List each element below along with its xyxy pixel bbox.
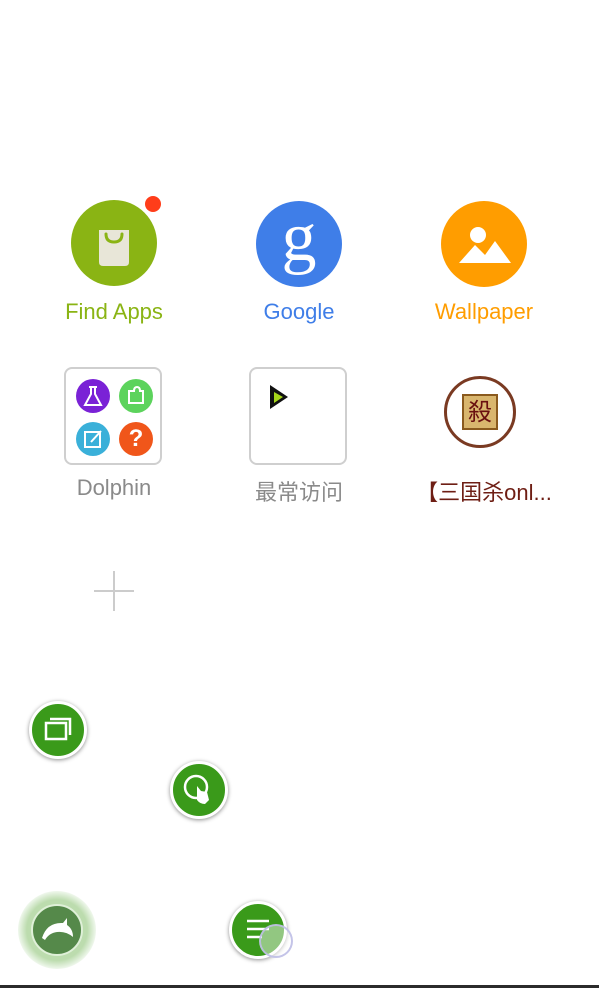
image-icon	[441, 201, 527, 287]
folder-dolphin[interactable]: ? Dolphin	[34, 366, 194, 506]
touch-indicator	[259, 924, 293, 958]
google-icon: g	[256, 201, 342, 287]
flask-icon	[76, 379, 110, 413]
app-label: 【三国杀onl...	[416, 480, 552, 505]
folder-most-visited[interactable]: 最常访问	[219, 366, 379, 506]
shopping-bag-icon	[71, 200, 157, 286]
most-visited-icon	[249, 367, 347, 465]
play-icon	[270, 385, 288, 409]
app-wallpaper[interactable]: Wallpaper	[404, 195, 564, 335]
menu-button[interactable]	[229, 901, 293, 959]
notification-badge	[145, 196, 161, 212]
tabs-icon	[44, 717, 72, 741]
gesture-button[interactable]	[170, 761, 228, 819]
plus-icon	[94, 571, 134, 611]
dolphin-icon	[42, 918, 73, 940]
google-g-glyph: g	[281, 199, 317, 276]
dolphin-button-core	[31, 904, 83, 956]
emblem-glyph: 殺	[468, 398, 492, 426]
add-shortcut-button[interactable]	[92, 569, 136, 613]
app-label: 最常访问	[254, 480, 343, 505]
gesture-icon	[183, 774, 209, 804]
app-label: Wallpaper	[434, 299, 534, 324]
app-find-apps[interactable]: Find Apps	[34, 195, 194, 335]
app-label: Find Apps	[65, 299, 163, 324]
app-label: Dolphin	[76, 475, 152, 500]
app-google[interactable]: g Google	[219, 195, 379, 335]
folder-icon: ?	[64, 367, 162, 465]
app-label: Google	[263, 299, 335, 324]
edit-icon	[76, 422, 110, 456]
help-icon: ?	[119, 422, 153, 456]
puzzle-icon	[119, 379, 153, 413]
sanguosha-emblem: 殺	[462, 394, 498, 430]
tabs-button[interactable]	[29, 701, 87, 759]
sanguosha-icon: 殺	[444, 376, 516, 448]
dolphin-button[interactable]	[18, 891, 96, 969]
help-glyph: ?	[128, 425, 144, 452]
app-sanguosha[interactable]: 殺 【三国杀onl...	[404, 366, 564, 506]
